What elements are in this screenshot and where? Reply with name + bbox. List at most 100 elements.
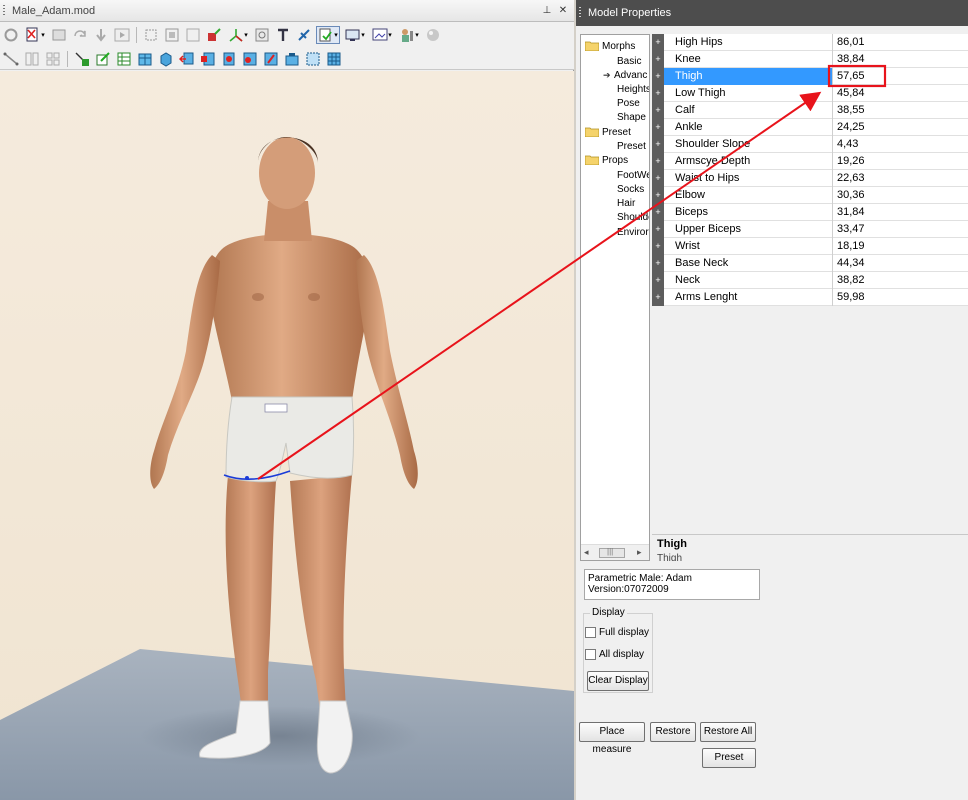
3d-viewport[interactable] bbox=[0, 71, 574, 800]
camera-icon[interactable] bbox=[283, 50, 301, 68]
property-row[interactable]: + Waist to Hips 22,63 bbox=[652, 170, 968, 187]
property-row[interactable]: + High Hips 86,01 bbox=[652, 34, 968, 51]
property-value[interactable]: 38,82 bbox=[833, 272, 968, 289]
checkbox-box[interactable] bbox=[585, 627, 596, 638]
property-value[interactable]: 59,98 bbox=[833, 289, 968, 306]
property-row[interactable]: + Elbow 30,36 bbox=[652, 187, 968, 204]
property-value[interactable]: 31,84 bbox=[833, 204, 968, 221]
property-value[interactable]: 19,26 bbox=[833, 153, 968, 170]
tree-item-heights[interactable]: Heights bbox=[617, 82, 649, 96]
all-display-checkbox[interactable]: All display bbox=[585, 649, 644, 660]
scroll-left-icon[interactable]: ◂ bbox=[584, 547, 589, 558]
redo-icon[interactable] bbox=[71, 26, 89, 44]
drag-grip[interactable] bbox=[579, 7, 581, 19]
fit-icon[interactable] bbox=[163, 26, 181, 44]
down-arrow-icon[interactable] bbox=[92, 26, 110, 44]
property-value[interactable]: 44,34 bbox=[833, 255, 968, 272]
property-row[interactable]: + Knee 38,84 bbox=[652, 51, 968, 68]
property-value[interactable]: 4,43 bbox=[833, 136, 968, 153]
expand-icon[interactable]: + bbox=[652, 34, 664, 51]
property-row[interactable]: + Armscye Depth 19,26 bbox=[652, 153, 968, 170]
clear-display-button[interactable]: Clear Display bbox=[587, 671, 649, 691]
tree-item-hair[interactable]: Hair bbox=[617, 196, 635, 210]
property-row[interactable]: + Arms Lenght 59,98 bbox=[652, 289, 968, 306]
recycle-icon[interactable] bbox=[2, 26, 20, 44]
tree-horizontal-scrollbar[interactable]: ◂ ▸ bbox=[581, 544, 649, 560]
property-value[interactable]: 45,84 bbox=[833, 85, 968, 102]
select-all-icon[interactable] bbox=[304, 50, 322, 68]
expand-icon[interactable]: + bbox=[652, 272, 664, 289]
expand-icon[interactable]: + bbox=[652, 51, 664, 68]
viewport-icon[interactable]: ▾ bbox=[370, 26, 394, 44]
display-icon[interactable]: ▾ bbox=[343, 26, 367, 44]
property-value[interactable]: 18,19 bbox=[833, 238, 968, 255]
expand-icon[interactable]: + bbox=[652, 68, 664, 85]
morph-icon[interactable] bbox=[241, 50, 259, 68]
edit-icon[interactable] bbox=[94, 50, 112, 68]
material-icon[interactable]: ▾ bbox=[397, 26, 421, 44]
tree-item-basic[interactable]: Basic bbox=[617, 54, 641, 68]
expand-icon[interactable]: + bbox=[652, 119, 664, 136]
tree-item-shape[interactable]: Shape bbox=[617, 110, 646, 124]
box-icon[interactable] bbox=[136, 50, 154, 68]
property-value[interactable]: 30,36 bbox=[833, 187, 968, 204]
expand-icon[interactable]: + bbox=[652, 255, 664, 272]
rotate-icon[interactable] bbox=[199, 50, 217, 68]
drag-grip[interactable] bbox=[3, 5, 5, 17]
table-icon[interactable] bbox=[115, 50, 133, 68]
tree-item-footwear[interactable]: FootWe bbox=[617, 168, 649, 182]
property-row[interactable]: + Base Neck 44,34 bbox=[652, 255, 968, 272]
property-row-selected[interactable]: + Thigh 57,65 bbox=[652, 68, 968, 85]
tree-item-morphs[interactable]: Morphs bbox=[585, 39, 635, 53]
property-row[interactable]: + Wrist 18,19 bbox=[652, 238, 968, 255]
expand-icon[interactable]: + bbox=[652, 136, 664, 153]
tree-item-preset-folder[interactable]: Preset bbox=[585, 125, 631, 139]
checkbox-box[interactable] bbox=[585, 649, 596, 660]
property-row[interactable]: + Shoulder Slope 4,43 bbox=[652, 136, 968, 153]
cylinder-icon[interactable] bbox=[157, 50, 175, 68]
split-icon[interactable] bbox=[23, 50, 41, 68]
expand-icon[interactable]: + bbox=[652, 187, 664, 204]
add-icon[interactable] bbox=[73, 50, 91, 68]
pin-icon[interactable]: ⊥ bbox=[541, 4, 553, 17]
pose-icon[interactable] bbox=[262, 50, 280, 68]
play-icon[interactable] bbox=[113, 26, 131, 44]
tree-item-props[interactable]: Props bbox=[585, 153, 628, 167]
property-row[interactable]: + Biceps 31,84 bbox=[652, 204, 968, 221]
property-value[interactable]: 38,55 bbox=[833, 102, 968, 119]
frame-icon[interactable] bbox=[142, 26, 160, 44]
move-icon[interactable] bbox=[178, 50, 196, 68]
panel-title-bar[interactable]: Model Properties bbox=[576, 0, 968, 26]
measure-line-icon[interactable] bbox=[2, 50, 20, 68]
property-value[interactable]: 22,63 bbox=[833, 170, 968, 187]
expand-icon[interactable]: + bbox=[652, 170, 664, 187]
property-value[interactable]: 33,47 bbox=[833, 221, 968, 238]
text-icon[interactable] bbox=[274, 26, 292, 44]
property-value[interactable]: 86,01 bbox=[833, 34, 968, 51]
expand-icon[interactable]: + bbox=[652, 85, 664, 102]
property-row[interactable]: + Low Thigh 45,84 bbox=[652, 85, 968, 102]
restore-button[interactable]: Restore bbox=[650, 722, 696, 742]
pick-icon[interactable] bbox=[205, 26, 223, 44]
tree-item-socks[interactable]: Socks bbox=[617, 182, 644, 196]
property-row[interactable]: + Neck 38,82 bbox=[652, 272, 968, 289]
scale-icon[interactable] bbox=[220, 50, 238, 68]
expand-icon[interactable]: + bbox=[652, 153, 664, 170]
expand-icon[interactable]: + bbox=[652, 102, 664, 119]
place-measure-button[interactable]: Place measure bbox=[579, 722, 645, 755]
property-value[interactable]: 57,65 bbox=[833, 68, 968, 85]
new-document-icon[interactable]: ▾ bbox=[23, 26, 47, 44]
property-tree[interactable]: Morphs Basic ➔ Advanc Heights Pose Shape… bbox=[580, 34, 650, 561]
expand-icon[interactable]: + bbox=[652, 238, 664, 255]
property-value[interactable]: 38,84 bbox=[833, 51, 968, 68]
select-icon[interactable]: ▾ bbox=[316, 26, 340, 44]
scroll-right-icon[interactable]: ▸ bbox=[637, 547, 642, 558]
property-row[interactable]: + Calf 38,55 bbox=[652, 102, 968, 119]
shape-icon[interactable] bbox=[295, 26, 313, 44]
texture-icon[interactable] bbox=[253, 26, 271, 44]
close-icon[interactable]: ✕ bbox=[557, 4, 569, 17]
full-display-checkbox[interactable]: Full display bbox=[585, 627, 649, 638]
axis-icon[interactable]: ▾ bbox=[226, 26, 250, 44]
open-icon[interactable] bbox=[50, 26, 68, 44]
select-none-icon[interactable] bbox=[325, 50, 343, 68]
